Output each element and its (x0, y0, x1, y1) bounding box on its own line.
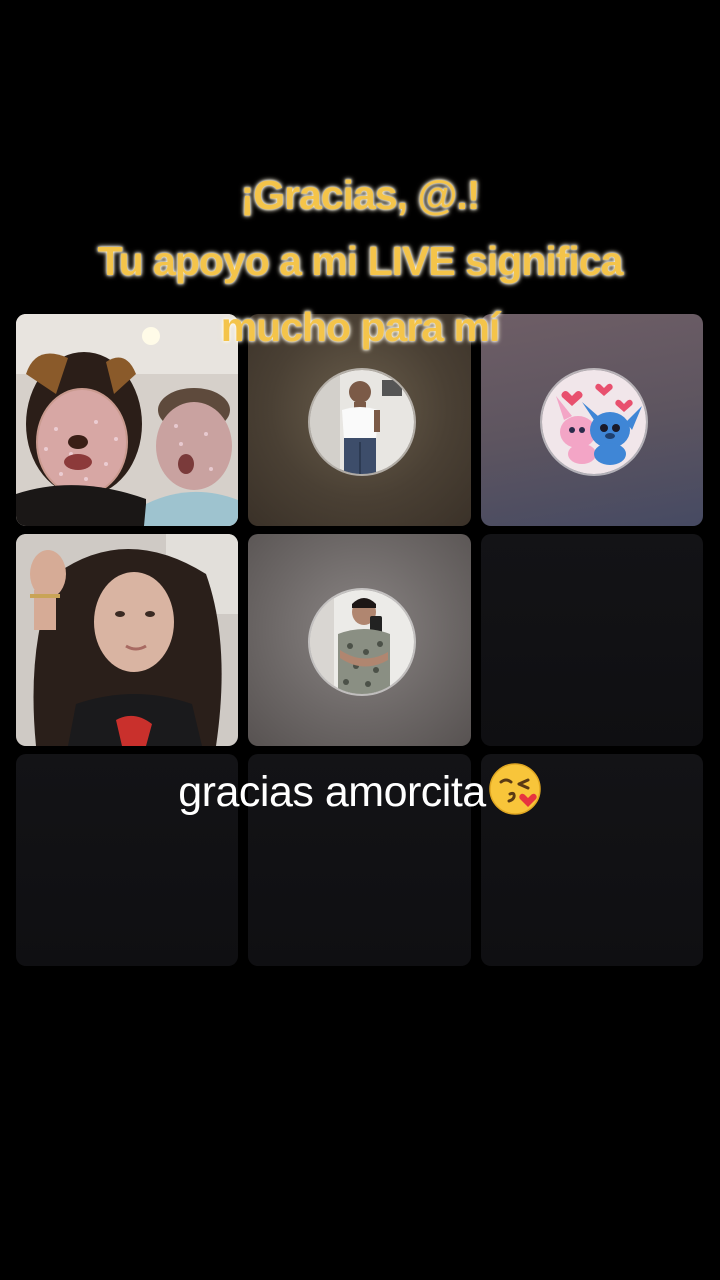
face-blowing-kiss-icon (488, 762, 542, 816)
empty-guest-slot[interactable] (481, 534, 703, 746)
live-guest-grid (16, 314, 704, 966)
guest-avatar (540, 368, 648, 476)
caption-text: gracias amorcita (178, 768, 486, 816)
guest-video-feed (16, 534, 238, 746)
guest-avatar (307, 588, 416, 696)
banner-line-3: mucho para mí (220, 304, 501, 350)
banner-line-2: Tu apoyo a mi LIVE significa (97, 238, 624, 284)
video-caption: gracias amorcita (0, 762, 720, 817)
gift-thanks-banner: ¡Gracias, @.! Tu apoyo a mi LIVE signifi… (0, 162, 720, 360)
guest-avatar (307, 368, 416, 476)
guest-tile-4[interactable] (16, 534, 238, 746)
guest-tile-5[interactable] (248, 534, 471, 746)
banner-line-1: ¡Gracias, @.! (240, 172, 481, 218)
